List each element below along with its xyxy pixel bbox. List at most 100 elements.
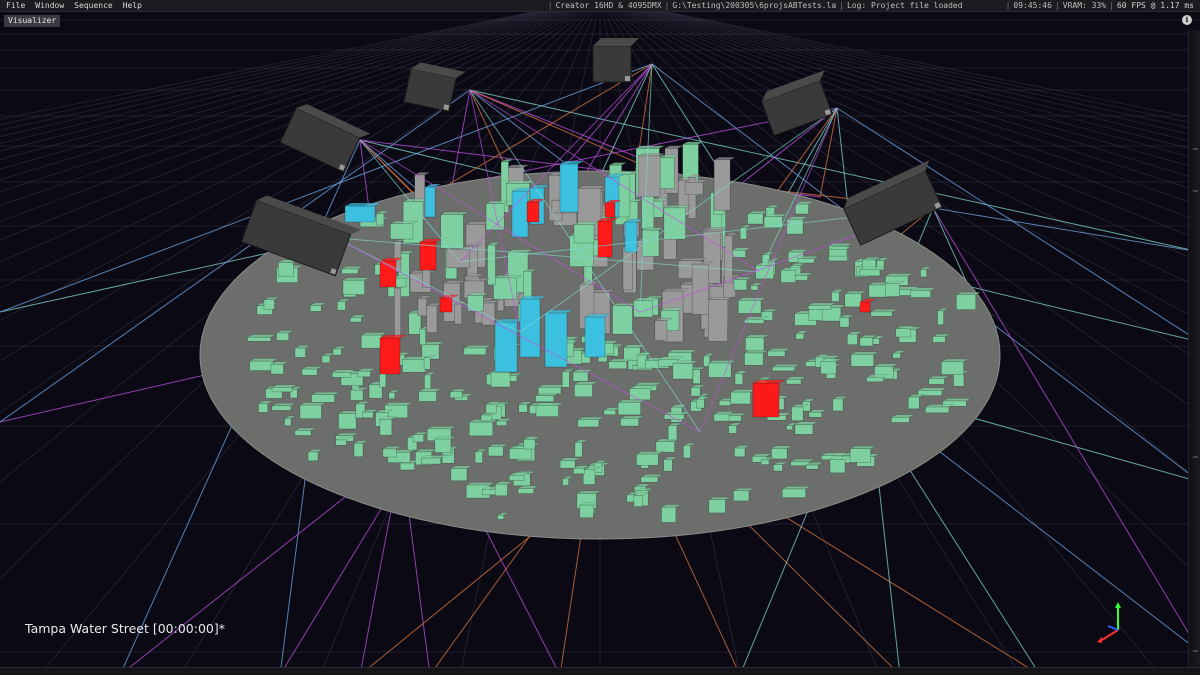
building-face <box>636 453 659 466</box>
building-face <box>691 263 709 315</box>
building-face <box>920 268 927 278</box>
building-face <box>390 223 414 240</box>
building-face <box>301 368 318 376</box>
building-face <box>454 303 463 325</box>
building-roof <box>850 351 879 355</box>
building-roof <box>247 334 276 338</box>
separator: | <box>839 0 844 10</box>
building-face <box>353 442 364 458</box>
building-face <box>331 371 351 378</box>
right-panel-edge[interactable] <box>1188 30 1200 670</box>
building-face <box>828 248 847 257</box>
building-face <box>357 370 371 378</box>
vram-status: VRAM: 33% <box>1062 0 1107 10</box>
building-face <box>859 269 881 277</box>
building-face <box>350 389 364 401</box>
building-face <box>638 155 661 197</box>
building-face <box>622 246 633 291</box>
building-face <box>925 406 950 414</box>
building-face <box>424 374 432 390</box>
building-roof <box>636 451 664 455</box>
building-face <box>866 376 884 383</box>
building-face <box>603 409 616 416</box>
building-roof <box>870 309 898 313</box>
building-face <box>247 336 272 342</box>
building-face <box>737 299 762 314</box>
building-face <box>870 311 893 317</box>
building-face <box>932 336 946 343</box>
building-face <box>620 418 639 427</box>
building-face <box>535 395 555 403</box>
building-face <box>496 420 508 426</box>
menu-sequence[interactable]: Sequence <box>69 0 118 12</box>
building-roof <box>885 273 914 277</box>
building-face <box>518 404 528 413</box>
building-face <box>341 268 359 275</box>
projector-lens <box>443 104 450 111</box>
building-face <box>474 451 483 464</box>
separator: | <box>547 0 553 10</box>
building-face <box>654 320 668 341</box>
info-icon[interactable]: i <box>1182 15 1192 25</box>
building-face <box>394 287 402 339</box>
panel-handle[interactable] <box>1193 650 1198 652</box>
building-face <box>641 229 660 257</box>
building-roof <box>249 358 279 362</box>
building-face <box>271 387 293 393</box>
building-roof <box>667 349 697 353</box>
building-face <box>508 448 532 460</box>
building-face <box>785 378 802 385</box>
menu-help[interactable]: Help <box>118 0 147 12</box>
building-face <box>752 382 780 418</box>
building-face <box>573 224 595 244</box>
building-face <box>839 317 850 328</box>
building-roof <box>609 162 627 166</box>
visualizer-app: File Window Sequence Help | Creator 16HD… <box>0 0 1200 675</box>
building-face <box>526 201 540 223</box>
building-face <box>696 398 705 409</box>
panel-handle[interactable] <box>1193 190 1198 192</box>
building-face <box>338 413 357 430</box>
visualizer-viewport[interactable] <box>0 12 1200 675</box>
building-face <box>849 448 872 463</box>
building-face <box>636 354 647 369</box>
building-face <box>859 301 871 313</box>
fps-status: 60 FPS @ 1.17 ms <box>1116 0 1194 10</box>
building-face <box>561 371 570 388</box>
building-face <box>608 361 628 370</box>
building-roof <box>638 153 666 157</box>
building-face <box>941 361 965 375</box>
menu-bar: File Window Sequence Help | Creator 16HD… <box>0 0 1200 12</box>
projector-lens <box>625 76 630 81</box>
menu-file[interactable]: File <box>0 0 30 12</box>
panel-handle[interactable] <box>1193 148 1198 150</box>
building-face <box>708 499 726 514</box>
building-face <box>937 310 944 326</box>
building-roof <box>672 360 698 364</box>
building-roof <box>506 180 535 184</box>
tab-visualizer[interactable]: Visualizer <box>4 15 61 27</box>
building-roof <box>463 345 492 349</box>
projector-top <box>593 38 639 46</box>
building-roof <box>925 404 954 408</box>
building-face <box>375 213 385 226</box>
building-face <box>747 213 764 225</box>
device-status: Creator 16HD & 4095DMX <box>555 0 662 10</box>
building-face <box>574 383 593 398</box>
building-roof <box>941 358 969 362</box>
building-face <box>847 333 858 345</box>
menu-window[interactable]: Window <box>30 0 69 12</box>
building-roof <box>299 402 327 406</box>
building-face <box>263 299 275 310</box>
projector-beam <box>932 207 1200 253</box>
building-face <box>412 434 424 443</box>
building-face <box>446 248 470 269</box>
building-roof <box>463 278 490 282</box>
building-roof <box>577 416 604 420</box>
building-face <box>379 337 401 375</box>
building-roof <box>384 402 413 406</box>
panel-handle[interactable] <box>1193 456 1198 458</box>
building-roof <box>752 379 786 384</box>
building-face <box>956 294 977 310</box>
building-face <box>494 321 518 373</box>
